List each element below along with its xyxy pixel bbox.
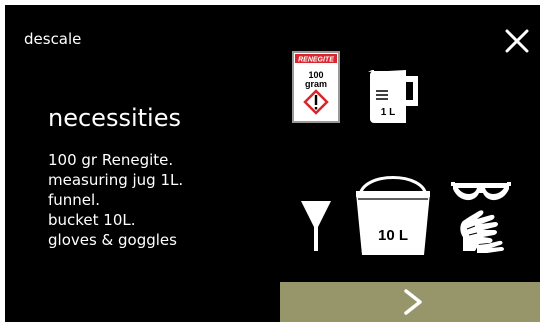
necessities-list: 100 gr Renegite. measuring jug 1L. funne… bbox=[48, 150, 183, 250]
bucket-icon: 10 L bbox=[356, 176, 430, 255]
screen-title: descale bbox=[24, 30, 82, 48]
list-item: funnel. bbox=[48, 191, 100, 209]
close-icon[interactable] bbox=[502, 26, 532, 56]
package-brand-label: RENEGITE bbox=[298, 57, 334, 64]
goggles-icon bbox=[451, 182, 511, 201]
next-button[interactable] bbox=[280, 282, 540, 322]
chevron-right-icon bbox=[404, 289, 422, 315]
descale-screen: descale necessities 100 gr Renegite. mea… bbox=[5, 5, 540, 322]
list-item: 100 gr Renegite. bbox=[48, 151, 174, 169]
bucket-label: 10 L bbox=[378, 227, 408, 244]
package-amount-unit: gram bbox=[305, 79, 327, 89]
funnel-icon bbox=[301, 201, 331, 251]
jug-label: 1 L bbox=[381, 107, 395, 118]
section-heading: necessities bbox=[48, 104, 181, 132]
gloves-icon bbox=[460, 210, 504, 253]
measuring-jug-icon: 1 L bbox=[368, 70, 418, 123]
list-item: measuring jug 1L. bbox=[48, 171, 184, 189]
renegite-package-icon: RENEGITE 100 gram bbox=[292, 51, 340, 123]
list-item: bucket 10L. bbox=[48, 211, 136, 229]
list-item: gloves & goggles bbox=[48, 231, 177, 249]
